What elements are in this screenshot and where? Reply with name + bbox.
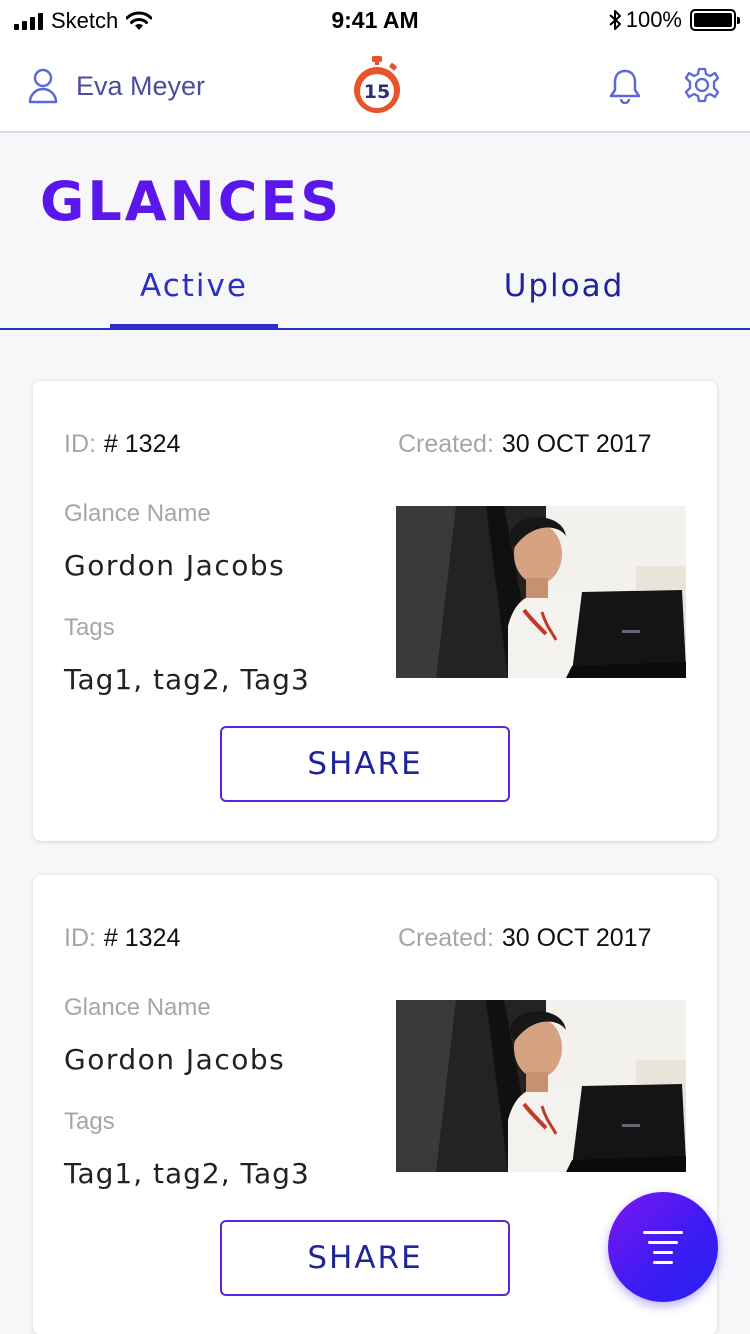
app-header: Eva Meyer 15 [0, 40, 750, 133]
battery-percent: 100% [625, 7, 682, 32]
glance-thumbnail[interactable] [396, 1000, 686, 1172]
id-value: # 1324 [103, 924, 181, 952]
share-button[interactable]: SHARE [220, 1220, 510, 1296]
battery-icon [690, 9, 740, 31]
bell-icon[interactable] [608, 68, 642, 104]
status-bar: Sketch 9:41 AM 100% [0, 0, 750, 40]
glance-card[interactable]: ID: # 1324 Created: 30 OCT 2017 Glance N… [33, 381, 717, 841]
glance-name-label: Glance Name [64, 500, 211, 527]
glance-id: ID: # 1324 [64, 429, 180, 459]
tags-value: Tag1, tag2, Tag3 [64, 663, 310, 696]
id-label: ID: [64, 924, 96, 952]
tags-label: Tags [64, 614, 115, 641]
tab-active-indicator [110, 324, 278, 328]
logo-number: 15 [364, 81, 390, 103]
glance-thumbnail[interactable] [396, 506, 686, 678]
screen: Sketch 9:41 AM 100% Eva Meyer 15 GLANCES… [0, 0, 750, 1334]
glance-name-label: Glance Name [64, 994, 211, 1021]
tags-value: Tag1, tag2, Tag3 [64, 1157, 310, 1190]
created-label: Created: [398, 924, 494, 952]
share-button[interactable]: SHARE [220, 726, 510, 802]
glance-id: ID: # 1324 [64, 923, 180, 953]
tab-bar: Active Upload [0, 256, 750, 330]
glance-name-value: Gordon Jacobs [64, 1043, 286, 1076]
bluetooth-icon [609, 10, 621, 30]
glance-name-value: Gordon Jacobs [64, 549, 286, 582]
user-icon[interactable] [28, 68, 58, 104]
gear-icon[interactable] [684, 67, 720, 103]
created-value: 30 OCT 2017 [501, 430, 652, 458]
glance-created: Created: 30 OCT 2017 [398, 923, 651, 953]
page-title: GLANCES [40, 170, 343, 233]
created-value: 30 OCT 2017 [501, 924, 652, 952]
id-value: # 1324 [103, 430, 181, 458]
status-right: 100% [608, 7, 740, 33]
glance-created: Created: 30 OCT 2017 [398, 429, 651, 459]
tab-upload[interactable]: Upload [486, 268, 642, 304]
created-label: Created: [398, 430, 494, 458]
filter-menu-button[interactable] [608, 1192, 718, 1302]
tags-label: Tags [64, 1108, 115, 1135]
filter-menu-icon [643, 1231, 683, 1264]
id-label: ID: [64, 430, 96, 458]
user-name[interactable]: Eva Meyer [76, 71, 205, 102]
tab-active[interactable]: Active [110, 268, 278, 304]
app-logo: 15 [354, 56, 400, 113]
